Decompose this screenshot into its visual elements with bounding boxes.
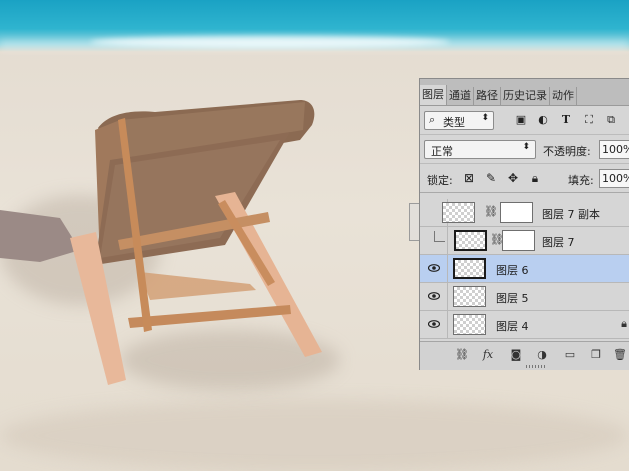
eye-icon [428,320,440,328]
blend-mode-value: 正常 [431,145,453,158]
layer-name: 图层 7 副本 [542,208,600,221]
kind-filter-label: 类型 [443,116,465,129]
link-chain-icon[interactable]: ⛓ [484,205,498,219]
visibility-toggle[interactable] [420,255,448,282]
eye-icon [428,292,440,300]
tab-layers[interactable]: 图层 [420,85,447,105]
layer-thumbnail [454,230,487,251]
smart-object-filter-icon[interactable]: ⧉ [604,113,618,127]
layer-row[interactable]: 图层 5 [420,283,629,311]
adjustment-layer-icon[interactable]: ◑ [534,348,550,362]
layer-thumbnail [453,314,486,335]
type-filter-icon[interactable]: T [559,113,573,127]
layer-row[interactable]: 图层 6 [420,255,629,283]
search-icon: ⌕ [429,113,436,126]
add-mask-icon[interactable]: ◙ [508,348,524,362]
new-group-icon[interactable]: ▭ [562,348,578,362]
layer-row[interactable]: 图层 4 🔒︎ [420,311,629,339]
visibility-toggle[interactable] [420,283,448,310]
blend-row: 正常 ⬍ 不透明度: 100% [420,136,629,164]
eye-icon [428,264,440,272]
layer-thumbnail [442,202,475,223]
layer-mask-thumbnail[interactable] [502,230,535,251]
panel-tabs: 图层 通道 路径 历史记录 动作 [420,79,629,106]
layer-name: 图层 4 [496,320,529,333]
resize-grip[interactable] [526,365,546,368]
delete-layer-icon[interactable]: 🗑︎ [612,348,628,362]
tab-history[interactable]: 历史记录 [501,87,550,105]
new-layer-icon[interactable]: ❐ [588,348,604,362]
fill-label: 填充: [568,174,594,187]
layer-row[interactable]: ⛓ 图层 7 副本 [420,199,629,227]
opacity-field[interactable]: 100% [599,140,629,159]
layer-name: 图层 5 [496,292,529,305]
layer-mask-thumbnail[interactable] [500,202,533,223]
filter-row: ⌕ 类型 ⬍ ▣ ◐ T ⛶ ⧉ [420,107,629,135]
layer-thumbnail [453,286,486,307]
fx-icon[interactable]: fx [480,348,496,362]
opacity-label: 不透明度: [543,145,591,158]
lock-position-icon[interactable]: ✥ [506,171,520,185]
lock-image-pixels-icon[interactable]: ✎ [484,171,498,185]
layers-bottom-toolbar: ⛓ fx ◙ ◑ ▭ ❐ 🗑︎ [420,341,629,370]
stepper-arrows-icon: ⬍ [481,113,489,123]
lock-label: 锁定: [427,174,453,187]
layer-thumbnail [453,258,486,279]
lock-row: 锁定: ⊠ ✎ ✥ 🔒︎ 填充: 100% [420,165,629,193]
layers-panel: 图层 通道 路径 历史记录 动作 ⌕ 类型 ⬍ ▣ ◐ T ⛶ ⧉ 正常 ⬍ 不… [419,78,629,370]
blend-mode-select[interactable]: 正常 ⬍ [424,140,536,159]
clipping-arrow-icon [434,231,445,242]
tab-actions[interactable]: 动作 [550,87,577,105]
lock-transparent-pixels-icon[interactable]: ⊠ [462,171,476,185]
link-chain-icon[interactable]: ⛓ [490,233,504,247]
lock-all-icon[interactable]: 🔒︎ [528,171,542,185]
tab-paths[interactable]: 路径 [474,87,501,105]
stepper-arrows-icon: ⬍ [522,142,530,152]
layer-row[interactable]: ⛓ 图层 7 [420,227,629,255]
layer-name: 图层 7 [542,236,575,249]
tab-channels[interactable]: 通道 [447,87,474,105]
adjustment-filter-icon[interactable]: ◐ [536,113,550,127]
kind-filter-select[interactable]: ⌕ 类型 ⬍ [424,111,494,130]
shape-filter-icon[interactable]: ⛶ [582,113,596,127]
image-filter-icon[interactable]: ▣ [514,113,528,127]
lock-icon: 🔒︎ [621,317,627,330]
layer-name: 图层 6 [496,264,529,277]
fill-field[interactable]: 100% [599,169,629,188]
visibility-toggle[interactable] [420,311,448,338]
link-layers-icon[interactable]: ⛓ [454,348,470,362]
